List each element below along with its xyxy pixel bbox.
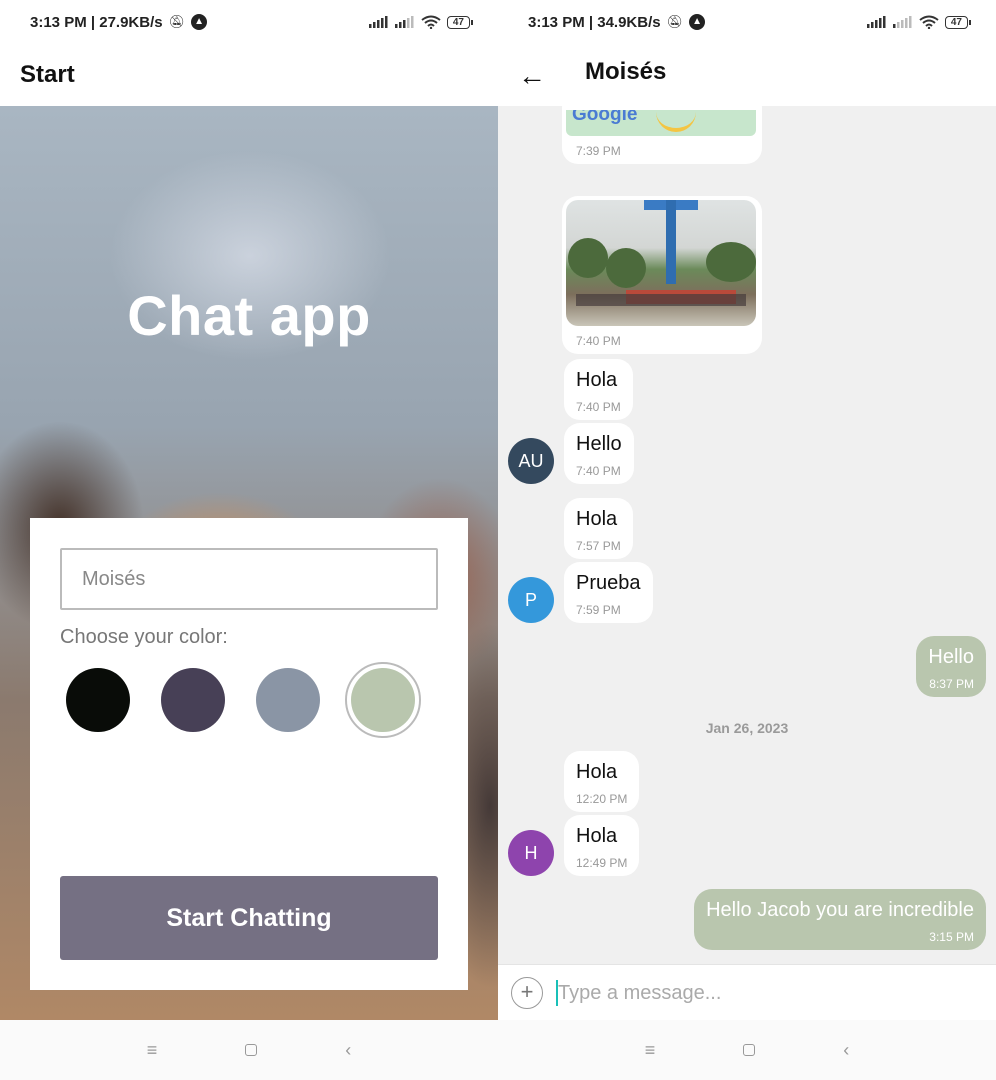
color-option-1[interactable] <box>66 668 130 732</box>
wifi-icon <box>421 15 441 29</box>
photo-thumbnail[interactable] <box>566 200 756 326</box>
date-separator: Jan 26, 2023 <box>705 720 789 736</box>
message-time: 12:20 PM <box>576 792 628 806</box>
message-text: Hello <box>576 433 622 455</box>
app-bar: Start <box>0 44 498 106</box>
menu-icon[interactable]: ≡ <box>147 1040 158 1061</box>
outgoing-message-bubble[interactable]: Hello 8:37 PM <box>916 636 986 697</box>
color-swatch-3 <box>256 668 320 732</box>
message-bubble[interactable]: Hola 12:20 PM <box>564 751 640 812</box>
map-message[interactable]: Google 7:39 PM <box>562 106 762 164</box>
menu-icon[interactable]: ≡ <box>645 1040 656 1061</box>
color-option-3[interactable] <box>256 668 320 732</box>
photo-tree <box>606 248 646 288</box>
message-text: Hola <box>576 825 618 847</box>
message-time: 12:49 PM <box>576 856 628 870</box>
signal-icon <box>866 16 886 28</box>
photo-tree <box>706 242 756 282</box>
message-time: 3:15 PM <box>929 930 974 944</box>
color-swatch-2 <box>161 668 225 732</box>
message-time: 7:40 PM <box>576 464 621 478</box>
google-logo: Google <box>572 110 638 125</box>
chat-title: Moisés <box>585 58 667 85</box>
color-option-4-selected[interactable] <box>345 662 421 738</box>
signal-icon <box>368 16 388 28</box>
start-card: Choose your color: Start Chatting <box>30 518 468 990</box>
start-chatting-button[interactable]: Start Chatting <box>60 876 438 960</box>
outgoing-message-bubble[interactable]: Hello Jacob you are incredible 3:15 PM <box>694 889 986 950</box>
message-bubble[interactable]: Prueba 7:59 PM <box>564 562 653 623</box>
status-time: 3:13 PM | 34.9KB/s <box>528 13 661 31</box>
alarm-off-icon: 🔕︎ <box>168 14 186 29</box>
back-icon[interactable]: ‹ <box>345 1040 351 1061</box>
navigation-icon: ▲ <box>191 14 208 30</box>
signal-icon-2 <box>394 16 414 28</box>
message-time: 7:40 PM <box>576 400 621 414</box>
message-bubble[interactable]: Hola 7:40 PM <box>564 359 633 420</box>
color-picker <box>66 662 421 738</box>
photo-tower <box>666 200 676 284</box>
status-bar: 3:13 PM | 27.9KB/s 🔕︎ ▲ 47 <box>0 0 498 44</box>
message-composer: + <box>498 964 996 1020</box>
map-road <box>656 112 696 132</box>
message-list[interactable]: Google 7:39 PM 7:40 PM Hola 7:40 PM Hell <box>498 106 996 964</box>
message-text: Hola <box>576 761 618 783</box>
message-text: Prueba <box>576 572 641 594</box>
color-swatch-4 <box>351 668 415 732</box>
message-time: 7:40 PM <box>576 334 621 348</box>
system-nav-bar: ≡ ‹ <box>498 1020 996 1080</box>
message-bubble[interactable]: Hola 12:49 PM <box>564 815 640 876</box>
color-swatch-1 <box>66 668 130 732</box>
battery-icon: 47 <box>944 15 972 29</box>
page-title: Start <box>20 61 75 88</box>
navigation-icon: ▲ <box>689 14 706 30</box>
chat-screen: 3:13 PM | 34.9KB/s 🔕︎ ▲ 47 ← Moisés Goog… <box>498 0 996 1080</box>
color-label: Choose your color: <box>60 626 228 648</box>
message-text: Hello Jacob you are incredible <box>706 899 974 921</box>
status-time: 3:13 PM | 27.9KB/s <box>30 13 163 31</box>
name-input[interactable] <box>60 548 438 610</box>
message-text: Hello <box>928 646 974 668</box>
message-time: 7:39 PM <box>576 144 621 158</box>
color-option-2[interactable] <box>161 668 225 732</box>
message-bubble[interactable]: Hola 7:57 PM <box>564 498 633 559</box>
message-time: 7:59 PM <box>576 603 621 617</box>
avatar[interactable]: P <box>508 577 554 623</box>
message-bubble[interactable]: Hello 7:40 PM <box>564 423 634 484</box>
message-text: Hola <box>576 369 618 391</box>
home-icon[interactable] <box>245 1044 258 1056</box>
message-time: 8:37 PM <box>929 677 974 691</box>
avatar[interactable]: H <box>508 830 554 876</box>
system-nav-bar: ≡ ‹ <box>0 1020 498 1080</box>
image-message[interactable]: 7:40 PM <box>562 196 762 354</box>
map-thumbnail[interactable]: Google <box>566 110 756 136</box>
add-icon[interactable]: + <box>511 977 543 1009</box>
avatar[interactable]: AU <box>508 438 554 484</box>
signal-icon-2 <box>892 16 912 28</box>
app-bar: ← Moisés <box>498 44 996 106</box>
hero-title: Chat app <box>127 284 371 347</box>
back-icon[interactable]: ‹ <box>843 1040 849 1061</box>
message-text: Hola <box>576 508 618 530</box>
back-arrow-icon[interactable]: ← <box>518 60 546 92</box>
start-screen: 3:13 PM | 27.9KB/s 🔕︎ ▲ 47 Start Chat ap… <box>0 0 498 1080</box>
alarm-off-icon: 🔕︎ <box>666 14 684 29</box>
photo-tree <box>568 238 608 278</box>
status-bar: 3:13 PM | 34.9KB/s 🔕︎ ▲ 47 <box>498 0 996 44</box>
home-icon[interactable] <box>743 1044 756 1056</box>
message-time: 7:57 PM <box>576 539 621 553</box>
photo-crowd <box>576 294 746 306</box>
wifi-icon <box>919 15 939 29</box>
message-input[interactable] <box>558 973 978 1013</box>
battery-icon: 47 <box>446 15 474 29</box>
